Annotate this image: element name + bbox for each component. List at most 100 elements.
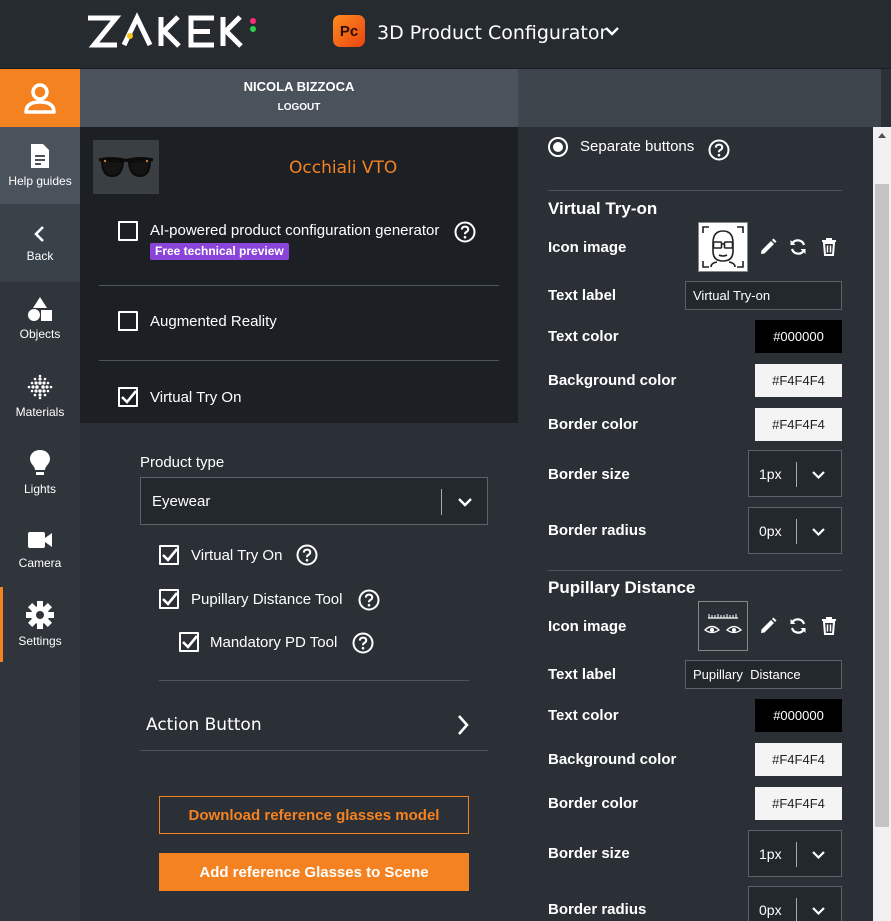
chevron-down-icon[interactable] bbox=[603, 24, 621, 38]
pd-border-radius-select[interactable]: 0px bbox=[748, 886, 842, 921]
refresh-icon[interactable] bbox=[788, 616, 808, 636]
checkmark-icon bbox=[162, 548, 179, 562]
pd-background-color-swatch[interactable]: #F4F4F4 bbox=[755, 743, 842, 776]
product-name: Occhiali VTO bbox=[289, 158, 398, 178]
mandatory-pd-label: Mandatory PD Tool bbox=[210, 634, 338, 651]
vto-section-title: Virtual Try-on bbox=[548, 199, 658, 218]
sidebar-item-help-guides[interactable]: Help guides bbox=[0, 127, 80, 204]
pencil-icon[interactable] bbox=[758, 616, 778, 636]
vto-border-size-select[interactable]: 1px bbox=[748, 450, 842, 497]
face-glasses-icon bbox=[702, 226, 744, 268]
document-icon bbox=[31, 144, 49, 168]
zakeke-logo[interactable] bbox=[86, 12, 261, 52]
trash-icon[interactable] bbox=[819, 237, 839, 257]
trash-icon[interactable] bbox=[819, 616, 839, 636]
gear-icon bbox=[26, 601, 54, 629]
ar-label: Augmented Reality bbox=[150, 313, 277, 330]
sidebar-item-label: Back bbox=[26, 249, 54, 263]
app-title[interactable]: 3D Product Configurator bbox=[377, 22, 607, 44]
text-color-label: Text color bbox=[548, 707, 619, 724]
ar-checkbox[interactable] bbox=[118, 311, 138, 331]
add-glasses-button[interactable]: Add reference Glasses to Scene bbox=[159, 853, 469, 891]
user-menu-button[interactable] bbox=[0, 69, 80, 127]
free-preview-badge: Free technical preview bbox=[150, 243, 289, 260]
border-size-value: 1px bbox=[759, 466, 782, 482]
select-divider bbox=[441, 489, 442, 515]
divider bbox=[159, 680, 469, 681]
sidebar-item-objects[interactable]: Objects bbox=[0, 296, 80, 356]
product-type-value: Eyewear bbox=[152, 493, 211, 510]
sidebar-item-camera[interactable]: Camera bbox=[0, 529, 80, 589]
sidebar-item-back[interactable]: Back bbox=[0, 204, 80, 282]
help-icon[interactable] bbox=[296, 544, 318, 566]
pd-border-color-swatch[interactable]: #F4F4F4 bbox=[755, 787, 842, 820]
vto-border-color-swatch[interactable]: #F4F4F4 bbox=[755, 408, 842, 441]
vto-text-color-swatch[interactable]: #000000 bbox=[755, 320, 842, 353]
product-type-label: Product type bbox=[140, 454, 225, 471]
ai-generator-checkbox[interactable] bbox=[118, 221, 138, 241]
sidebar-item-label: Camera bbox=[18, 556, 62, 570]
select-divider bbox=[796, 462, 797, 487]
vto-background-color-swatch[interactable]: #F4F4F4 bbox=[755, 364, 842, 397]
border-radius-label: Border radius bbox=[548, 901, 647, 918]
vto-checkbox[interactable] bbox=[118, 387, 138, 407]
pd-icon-preview[interactable] bbox=[698, 601, 748, 651]
vto-text-label-input[interactable]: Virtual Try-on bbox=[685, 281, 842, 310]
product-thumbnail bbox=[93, 140, 159, 194]
glasses-thumbnail-icon bbox=[98, 157, 154, 178]
text-label-label: Text label bbox=[548, 287, 617, 304]
chevron-down-icon bbox=[812, 851, 825, 860]
help-icon[interactable] bbox=[358, 589, 380, 611]
sidebar-item-label: Objects bbox=[19, 327, 61, 341]
sidebar-item-label: Settings bbox=[18, 634, 62, 648]
scrollbar-thumb[interactable] bbox=[875, 184, 889, 827]
mandatory-pd-checkbox[interactable] bbox=[179, 632, 199, 652]
chevron-left-icon bbox=[34, 226, 44, 242]
help-icon[interactable] bbox=[454, 221, 476, 243]
shapes-icon bbox=[28, 297, 52, 321]
help-icon[interactable] bbox=[708, 139, 730, 161]
border-color-label: Border color bbox=[548, 416, 639, 433]
border-size-label: Border size bbox=[548, 466, 630, 483]
sidebar-item-settings[interactable]: Settings bbox=[0, 601, 80, 661]
action-button-label: Action Button bbox=[146, 715, 262, 735]
vto-border-radius-select[interactable]: 0px bbox=[748, 507, 842, 554]
icon-image-label: Icon image bbox=[548, 618, 627, 635]
user-icon bbox=[24, 83, 56, 114]
background-color-label: Background color bbox=[548, 751, 677, 768]
border-size-value: 1px bbox=[759, 846, 782, 862]
scroll-up-arrow-icon[interactable] bbox=[878, 133, 886, 138]
download-glasses-button[interactable]: Download reference glasses model bbox=[159, 796, 469, 834]
pd-text-color-swatch[interactable]: #000000 bbox=[755, 699, 842, 732]
checkmark-icon bbox=[162, 592, 179, 606]
select-divider bbox=[796, 898, 797, 921]
dots-grid-icon bbox=[27, 374, 53, 400]
sidebar-item-materials[interactable]: Materials bbox=[0, 374, 80, 434]
sidebar-item-label: Lights bbox=[23, 482, 57, 496]
user-bar: NICOLA BIZZOCA LOGOUT bbox=[80, 69, 518, 127]
user-bar-right bbox=[518, 69, 881, 127]
sub-vto-checkbox[interactable] bbox=[159, 545, 179, 565]
pd-border-size-select[interactable]: 1px bbox=[748, 830, 842, 877]
app-badge[interactable]: Pc bbox=[333, 15, 365, 47]
product-type-select[interactable]: Eyewear bbox=[140, 477, 488, 525]
divider bbox=[548, 570, 842, 571]
pencil-icon[interactable] bbox=[758, 237, 778, 257]
select-divider bbox=[796, 842, 797, 867]
vto-icon-preview[interactable] bbox=[698, 222, 748, 272]
pd-text-label-input[interactable]: Pupillary Distance bbox=[685, 660, 842, 689]
lightbulb-icon bbox=[30, 450, 50, 475]
sidebar-item-lights[interactable]: Lights bbox=[0, 449, 80, 509]
text-color-label: Text color bbox=[548, 328, 619, 345]
chevron-down-icon bbox=[458, 498, 472, 507]
help-icon[interactable] bbox=[352, 632, 374, 654]
border-radius-value: 0px bbox=[759, 902, 782, 918]
ruler-eyes-icon bbox=[703, 614, 743, 634]
chevron-right-icon[interactable] bbox=[456, 714, 470, 736]
divider bbox=[99, 285, 499, 286]
logout-link[interactable]: LOGOUT bbox=[80, 102, 518, 113]
refresh-icon[interactable] bbox=[788, 237, 808, 257]
chevron-down-icon bbox=[812, 528, 825, 537]
pd-tool-checkbox[interactable] bbox=[159, 589, 179, 609]
separate-buttons-label: Separate buttons bbox=[580, 138, 695, 155]
